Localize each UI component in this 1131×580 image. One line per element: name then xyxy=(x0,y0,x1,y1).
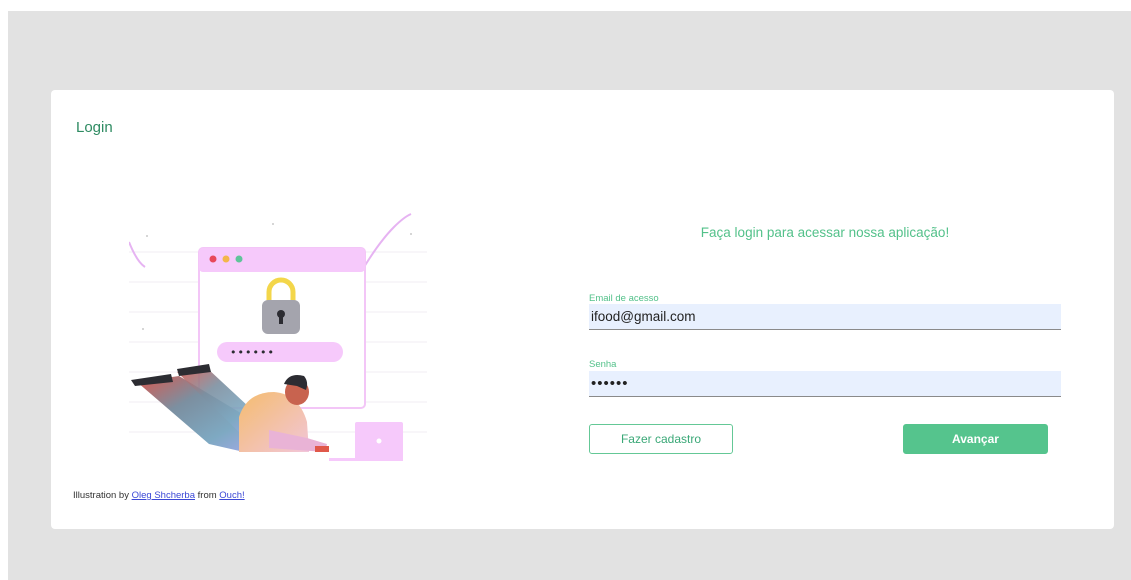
window-dots-icon xyxy=(209,255,243,263)
submit-button[interactable]: Avançar xyxy=(903,424,1048,454)
password-label: Senha xyxy=(589,359,617,370)
page-backdrop: Login •••••• Illustration by Oleg Shcher… xyxy=(8,11,1131,580)
password-mask-text: •••••• xyxy=(230,346,275,359)
password-field[interactable] xyxy=(589,371,1061,397)
credit-author-link[interactable]: Oleg Shcherba xyxy=(132,490,195,501)
signup-button[interactable]: Fazer cadastro xyxy=(589,424,733,454)
credit-source-link[interactable]: Ouch! xyxy=(219,490,244,501)
email-field[interactable] xyxy=(589,304,1061,330)
illustration-credit: Illustration by Oleg Shcherba from Ouch! xyxy=(73,490,245,501)
laptop-icon xyxy=(329,422,403,461)
email-label: Email de acesso xyxy=(589,293,659,304)
credit-middle: from xyxy=(195,490,220,501)
login-illustration: •••••• xyxy=(129,213,427,461)
login-card: Login •••••• Illustration by Oleg Shcher… xyxy=(51,90,1114,529)
page-title: Login xyxy=(76,119,113,136)
credit-prefix: Illustration by xyxy=(73,490,132,501)
login-heading: Faça login para acessar nossa aplicação! xyxy=(700,225,950,240)
